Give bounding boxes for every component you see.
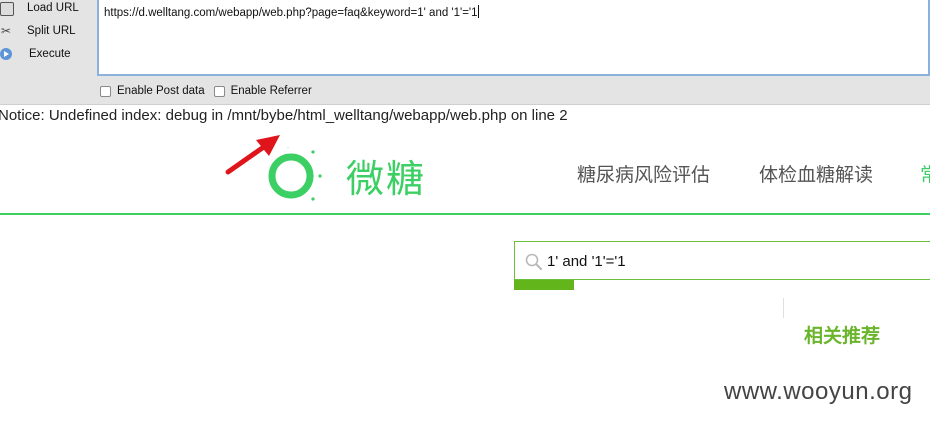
nav-item-common[interactable]: 常 <box>920 160 930 187</box>
url-text: https://d.welltang.com/webapp/web.php?pa… <box>104 7 478 19</box>
checkbox-box <box>100 85 111 97</box>
load-url-label: Load URL <box>27 2 79 14</box>
execute-label: Execute <box>29 48 71 60</box>
scissors-icon: ✂ <box>0 24 12 38</box>
hackbar-options: Enable Post data Enable Referrer <box>100 85 321 97</box>
enable-referrer-checkbox[interactable]: Enable Referrer <box>213 85 312 97</box>
execute-button[interactable]: Execute <box>0 44 71 64</box>
logo-text: 微糖 <box>346 157 427 201</box>
enable-post-data-checkbox[interactable]: Enable Post data <box>100 85 205 97</box>
load-url-button[interactable]: Load URL <box>0 0 79 18</box>
search-tab-indicator <box>514 280 574 290</box>
php-notice: Notice: Undefined index: debug in /mnt/b… <box>0 107 568 124</box>
search-icon <box>525 253 542 270</box>
nav-item-blood-sugar-report[interactable]: 体检血糖解读 <box>759 160 873 187</box>
text-caret <box>477 5 479 18</box>
url-textarea[interactable]: https://d.welltang.com/webapp/web.php?pa… <box>97 0 930 76</box>
search-query: 1' and '1'='1 <box>547 253 626 270</box>
nav-item-risk-assessment[interactable]: 糖尿病风险评估 <box>577 160 710 187</box>
load-url-icon <box>0 1 14 16</box>
hackbar-panel: Load URL ✂ Split URL Execute https://d.w… <box>0 0 930 105</box>
enable-post-data-label: Enable Post data <box>117 85 205 97</box>
search-input[interactable]: 1' and '1'='1 <box>514 241 930 280</box>
enable-referrer-label: Enable Referrer <box>230 85 312 97</box>
play-icon <box>0 48 12 60</box>
split-url-label: Split URL <box>27 25 76 37</box>
watermark: www.wooyun.org <box>724 378 913 405</box>
related-recommendations-heading: 相关推荐 <box>804 326 881 347</box>
logo-icon <box>268 147 322 201</box>
split-url-button[interactable]: ✂ Split URL <box>0 21 76 41</box>
header-divider <box>0 213 930 215</box>
vertical-divider <box>783 298 784 318</box>
checkbox-box <box>213 85 225 97</box>
